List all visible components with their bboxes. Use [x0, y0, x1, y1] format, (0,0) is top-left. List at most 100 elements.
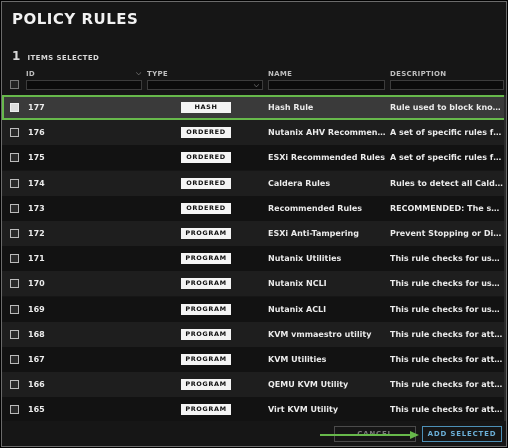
- type-badge: PROGRAM: [181, 354, 231, 365]
- chevron-down-icon: ⌵: [253, 81, 259, 89]
- type-badge: ORDERED: [181, 127, 231, 139]
- row-id: 169: [28, 304, 45, 314]
- row-id: 171: [28, 254, 45, 264]
- type-badge: PROGRAM: [181, 278, 231, 290]
- row-checkbox[interactable]: [10, 254, 19, 264]
- row-name: ESXi Recommended Rules: [268, 153, 385, 163]
- row-name: Nutanix AHV Recommended Rules: [268, 128, 386, 138]
- row-id: 176: [28, 128, 45, 138]
- row-description: A set of specific rules for protecting E…: [390, 153, 504, 163]
- row-id: 165: [28, 405, 45, 415]
- table-row[interactable]: 165 PROGRAM Virt KVM Utility This rule chec…: [2, 397, 506, 421]
- table-row[interactable]: 166 PROGRAM QEMU KVM Utility This rule chec…: [2, 372, 506, 398]
- row-name: KVM vmmaestro utility: [268, 329, 372, 339]
- row-checkbox[interactable]: [10, 229, 19, 238]
- id-filter-input[interactable]: [26, 80, 142, 90]
- table-row[interactable]: 168 PROGRAM KVM vmmaestro utility This rule…: [2, 321, 506, 347]
- row-checkbox[interactable]: [10, 329, 19, 339]
- row-name: Nutanix ACLI: [268, 304, 327, 314]
- type-badge: ORDERED: [181, 177, 231, 189]
- row-description: This rule checks for attempts to run vmm…: [390, 329, 504, 339]
- table-scrollbar[interactable]: [504, 95, 506, 421]
- row-checkbox[interactable]: [10, 178, 19, 188]
- row-id: 172: [28, 229, 45, 238]
- type-badge: PROGRAM: [181, 328, 231, 340]
- row-description: This rule checks for usage of ACLI: [390, 304, 504, 314]
- rules-table-body: 177 HASH Hash Rule Rule used to block known…: [2, 95, 506, 421]
- row-id: 177: [28, 103, 45, 112]
- row-checkbox[interactable]: [10, 279, 19, 289]
- selected-count: 1: [12, 49, 21, 63]
- row-id: 167: [28, 355, 45, 364]
- type-badge: ORDERED: [181, 202, 231, 214]
- column-header-type[interactable]: TYPE: [147, 70, 168, 78]
- selection-summary: 1 ITEMS SELECTED: [12, 45, 99, 64]
- row-name: Nutanix Utilities: [268, 254, 342, 264]
- annotation-arrow: [320, 431, 420, 440]
- table-row[interactable]: 171 PROGRAM Nutanix Utilities This rule che…: [2, 246, 506, 272]
- table-row[interactable]: 167 PROGRAM KVM Utilities This rule checks …: [2, 347, 506, 372]
- row-id: 166: [28, 380, 45, 390]
- type-badge: PROGRAM: [181, 404, 231, 416]
- table-row[interactable]: 173 ORDERED Recommended Rules RECOMMENDED: …: [2, 195, 506, 221]
- row-checkbox[interactable]: [10, 153, 19, 163]
- row-description: Rules to detect all Caldera Linux abilit…: [390, 178, 504, 188]
- row-name: Nutanix NCLI: [268, 279, 327, 289]
- table-row[interactable]: 174 ORDERED Caldera Rules Rules to detect a…: [2, 170, 506, 196]
- table-row[interactable]: 170 PROGRAM Nutanix NCLI This rule checks f…: [2, 271, 506, 297]
- row-checkbox[interactable]: [10, 128, 19, 138]
- table-row[interactable]: 175 ORDERED ESXi Recommended Rules A set of…: [2, 145, 506, 171]
- name-filter-input[interactable]: [268, 80, 385, 90]
- description-filter-input[interactable]: [390, 80, 504, 90]
- selected-label: ITEMS SELECTED: [27, 54, 100, 62]
- row-id: 174: [28, 178, 45, 188]
- row-name: QEMU KVM Utility: [268, 380, 349, 390]
- table-row[interactable]: 177 HASH Hash Rule Rule used to block known…: [2, 95, 506, 120]
- type-badge: PROGRAM: [181, 253, 231, 265]
- row-name: Recommended Rules: [268, 203, 363, 213]
- row-checkbox[interactable]: [10, 203, 19, 213]
- row-description: This rule checks for attempts to run uti…: [390, 355, 504, 364]
- row-name: Hash Rule: [268, 103, 314, 112]
- table-row[interactable]: 169 PROGRAM Nutanix ACLI This rule checks f…: [2, 296, 506, 322]
- type-badge: HASH: [181, 102, 231, 113]
- row-description: RECOMMENDED: The set of rules: [390, 203, 504, 213]
- row-checkbox[interactable]: [10, 380, 19, 390]
- row-checkbox[interactable]: [10, 103, 19, 112]
- policy-rules-dialog: POLICY RULES 1 ITEMS SELECTED ID TYPE NA…: [1, 1, 507, 447]
- row-description: This rule checks for usage of NCLI: [390, 279, 504, 289]
- row-id: 173: [28, 203, 45, 213]
- row-name: KVM Utilities: [268, 355, 327, 364]
- column-header-name[interactable]: NAME: [268, 70, 292, 78]
- dialog-title: POLICY RULES: [12, 10, 139, 28]
- row-description: Rule used to block known malicious hashe…: [390, 103, 504, 112]
- type-badge: ORDERED: [181, 152, 231, 164]
- table-row[interactable]: 176 ORDERED Nutanix AHV Recommended Rules A…: [2, 120, 506, 146]
- row-id: 175: [28, 153, 45, 163]
- type-badge: PROGRAM: [181, 303, 231, 315]
- arrow-head-icon: [410, 431, 419, 439]
- type-badge: PROGRAM: [181, 379, 231, 391]
- table-header: ID TYPE NAME DESCRIPTION ⌵ ⌵: [2, 66, 506, 94]
- type-filter-select[interactable]: ⌵: [147, 80, 263, 90]
- type-badge: PROGRAM: [181, 228, 231, 239]
- sort-chevron-icon[interactable]: ⌵: [136, 69, 141, 78]
- row-name: Virt KVM Utility: [268, 405, 339, 415]
- row-description: This rule checks for attempts to run vir…: [390, 405, 504, 415]
- row-id: 168: [28, 329, 45, 339]
- row-checkbox[interactable]: [10, 355, 19, 364]
- row-description: This rule checks for usage of utilities: [390, 254, 504, 264]
- row-checkbox[interactable]: [10, 304, 19, 314]
- column-header-description[interactable]: DESCRIPTION: [390, 70, 446, 78]
- row-checkbox[interactable]: [10, 405, 19, 415]
- row-description: This rule checks for attempts to run qem…: [390, 380, 504, 390]
- row-id: 170: [28, 279, 45, 289]
- row-name: ESXi Anti-Tampering: [268, 229, 359, 238]
- select-all-checkbox[interactable]: [10, 80, 19, 89]
- table-row[interactable]: 172 PROGRAM ESXi Anti-Tampering Prevent Sto…: [2, 221, 506, 246]
- dialog-footer: CANCEL ADD SELECTED: [2, 422, 506, 446]
- add-selected-button[interactable]: ADD SELECTED: [422, 426, 502, 442]
- row-description: A set of specific rules for protecting N…: [390, 128, 504, 138]
- row-description: Prevent Stopping or Disabling the agent: [390, 229, 504, 238]
- column-header-id[interactable]: ID: [26, 70, 35, 78]
